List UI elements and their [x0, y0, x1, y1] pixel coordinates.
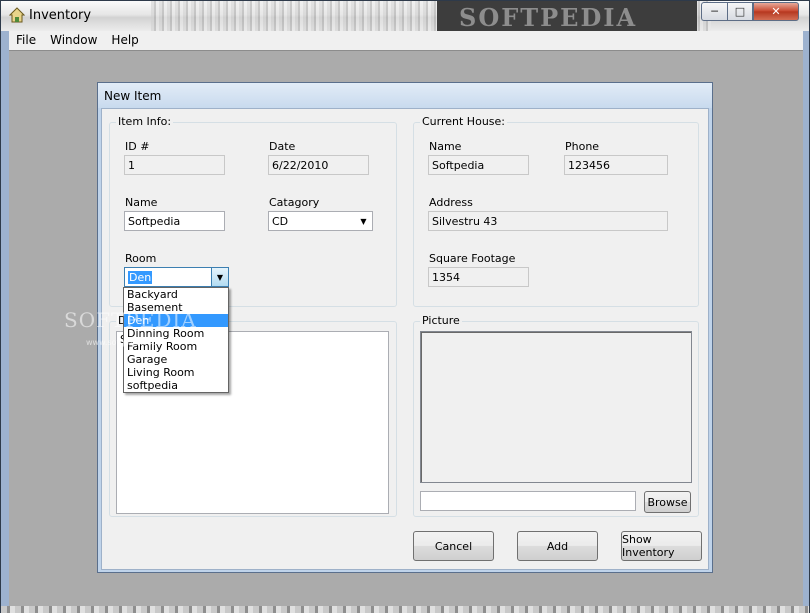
close-icon: ✕ — [771, 5, 781, 18]
item-info-legend: Item Info: — [116, 115, 174, 128]
room-option[interactable]: Backyard — [124, 288, 228, 301]
picture-legend: Picture — [420, 314, 462, 327]
house-name-label: Name — [429, 140, 462, 153]
current-house-legend: Current House: — [420, 115, 507, 128]
window-title: Inventory — [29, 8, 92, 23]
picture-path-field[interactable] — [420, 491, 636, 511]
address-field[interactable]: Silvestru 43 — [428, 211, 668, 231]
house-name-field[interactable]: Softpedia — [428, 155, 529, 175]
room-value: Den — [128, 271, 153, 284]
date-field[interactable]: 6/22/2010 — [268, 155, 369, 175]
sqft-label: Square Footage — [429, 252, 516, 265]
title-bar[interactable]: SOFTPEDIA Inventory ─ □ ✕ — [1, 1, 809, 32]
close-button[interactable]: ✕ — [753, 2, 799, 21]
name-label: Name — [125, 196, 158, 209]
house-icon — [9, 7, 25, 23]
phone-label: Phone — [565, 140, 600, 153]
room-label: Room — [125, 252, 157, 265]
chevron-down-icon[interactable]: ▼ — [211, 268, 228, 286]
softpedia-watermark-url: www.softpedia.com — [86, 338, 165, 347]
maximize-icon: □ — [734, 5, 746, 18]
cancel-button[interactable]: Cancel — [413, 531, 494, 561]
date-label: Date — [269, 140, 296, 153]
category-value: CD — [272, 215, 289, 228]
name-field[interactable]: Softpedia — [124, 211, 225, 231]
picture-box — [420, 331, 692, 483]
menu-help[interactable]: Help — [104, 31, 145, 50]
sqft-field[interactable]: 1354 — [428, 267, 529, 287]
phone-field[interactable]: 123456 — [564, 155, 668, 175]
menu-window[interactable]: Window — [43, 31, 104, 50]
browse-button[interactable]: Browse — [644, 491, 691, 513]
category-label: Catagory — [269, 196, 320, 209]
id-label: ID # — [125, 140, 150, 153]
softpedia-banner: SOFTPEDIA — [437, 1, 697, 32]
show-inventory-button[interactable]: Show Inventory — [621, 531, 702, 561]
add-button[interactable]: Add — [517, 531, 598, 561]
room-option[interactable]: Living Room — [124, 366, 228, 379]
menu-bar: File Window Help — [9, 31, 803, 50]
address-label: Address — [429, 196, 473, 209]
taskbar-strip — [1, 606, 809, 613]
room-select[interactable]: Den ▼ — [124, 267, 229, 287]
room-option[interactable]: softpedia — [124, 379, 228, 392]
minimize-button[interactable]: ─ — [701, 2, 727, 21]
new-item-title-bar[interactable]: New Item — [98, 83, 712, 108]
softpedia-watermark: SOFTPEDIA — [64, 308, 197, 332]
maximize-button[interactable]: □ — [727, 2, 753, 21]
category-select[interactable]: CD ▼ — [268, 211, 373, 231]
minimize-icon: ─ — [711, 5, 718, 18]
new-item-title: New Item — [104, 89, 162, 103]
menu-file[interactable]: File — [9, 31, 43, 50]
room-option[interactable]: Garage — [124, 353, 228, 366]
chevron-down-icon[interactable]: ▼ — [355, 212, 372, 230]
id-field[interactable]: 1 — [124, 155, 225, 175]
banner-text: SOFTPEDIA — [459, 3, 638, 32]
